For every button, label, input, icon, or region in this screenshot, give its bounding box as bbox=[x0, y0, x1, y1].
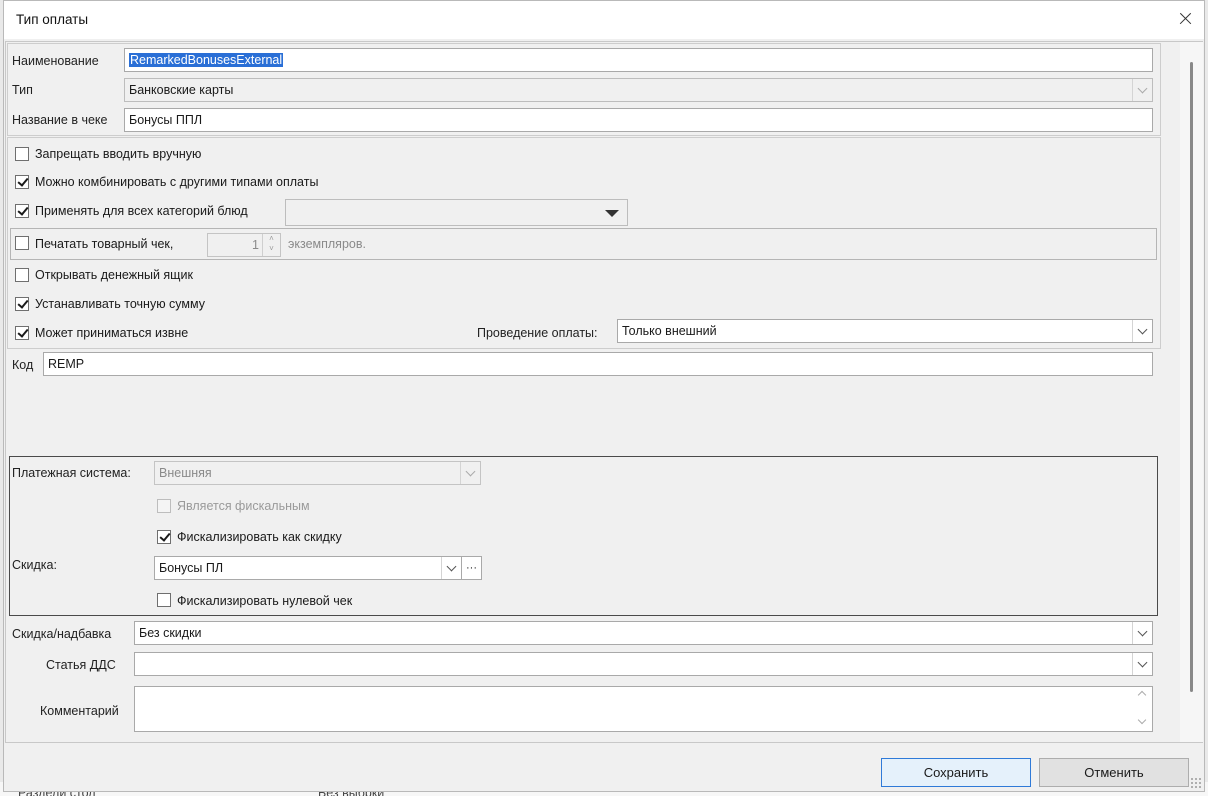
receipt-name-input[interactable]: Бонусы ППЛ bbox=[124, 108, 1153, 132]
forbid-manual-label: Запрещать вводить вручную bbox=[35, 147, 202, 161]
resize-grip-icon[interactable] bbox=[1190, 777, 1202, 789]
title-bar: Тип оплаты bbox=[4, 1, 1204, 39]
type-dropdown-button[interactable] bbox=[1132, 79, 1152, 101]
code-input[interactable]: REMP bbox=[43, 352, 1153, 376]
is-fiscal-checkbox[interactable] bbox=[157, 499, 171, 513]
type-value: Банковские карты bbox=[129, 83, 234, 97]
processing-value: Только внешний bbox=[622, 324, 717, 338]
surcharge-label: Скидка/надбавка bbox=[12, 627, 112, 641]
all-categories-checkbox[interactable] bbox=[15, 204, 29, 218]
fiscalize-zero-checkbox[interactable] bbox=[157, 593, 171, 607]
check-icon bbox=[17, 326, 29, 338]
open-drawer-label: Открывать денежный ящик bbox=[35, 268, 193, 282]
is-fiscal-label: Является фискальным bbox=[177, 499, 310, 513]
processing-dropdown-button[interactable] bbox=[1132, 320, 1152, 342]
combine-checkbox[interactable] bbox=[15, 175, 29, 189]
receipt-name-value: Бонусы ППЛ bbox=[129, 113, 203, 127]
fiscalize-discount-label: Фискализировать как скидку bbox=[177, 530, 342, 544]
save-button[interactable]: Сохранить bbox=[881, 758, 1031, 787]
scroll-down-icon[interactable] bbox=[1137, 715, 1147, 725]
dds-label: Статья ДДС bbox=[46, 658, 116, 672]
processing-select[interactable]: Только внешний bbox=[617, 319, 1153, 343]
dds-select[interactable] bbox=[134, 652, 1153, 676]
discount-dropdown-button[interactable] bbox=[441, 557, 461, 579]
vertical-scrollbar[interactable] bbox=[1180, 42, 1203, 742]
copies-stepper[interactable]: 1 ˄ ˅ bbox=[207, 233, 281, 257]
comment-label: Комментарий bbox=[40, 704, 119, 718]
fiscalize-discount-checkbox[interactable] bbox=[157, 530, 171, 544]
ellipsis-icon: ··· bbox=[466, 562, 477, 574]
discount-value: Бонусы ПЛ bbox=[159, 561, 224, 575]
check-icon bbox=[17, 297, 29, 309]
payment-system-select[interactable]: Внешняя bbox=[154, 461, 481, 485]
all-categories-label: Применять для всех категорий блюд bbox=[35, 204, 248, 218]
processing-label: Проведение оплаты: bbox=[477, 326, 598, 340]
discount-browse-button[interactable]: ··· bbox=[461, 556, 482, 580]
print-receipt-label: Печатать товарный чек, bbox=[35, 237, 174, 251]
categories-select[interactable] bbox=[285, 199, 628, 226]
chevron-down-icon bbox=[1137, 83, 1148, 93]
receipt-name-label: Название в чеке bbox=[12, 113, 108, 127]
code-label: Код bbox=[12, 358, 34, 372]
chevron-down-icon bbox=[1137, 626, 1148, 636]
payment-type-dialog: Тип оплаты Наименование RemarkedBonusesE… bbox=[3, 0, 1205, 792]
external-checkbox[interactable] bbox=[15, 326, 29, 340]
surcharge-select[interactable]: Без скидки bbox=[134, 621, 1153, 645]
scroll-up-icon[interactable] bbox=[1137, 690, 1147, 700]
cancel-button[interactable]: Отменить bbox=[1039, 758, 1189, 787]
exact-sum-label: Устанавливать точную сумму bbox=[35, 297, 205, 311]
content-frame: Наименование RemarkedBonusesExternal Тип… bbox=[5, 41, 1203, 743]
discount-label: Скидка: bbox=[12, 558, 57, 572]
comment-scrollbar[interactable] bbox=[1134, 687, 1152, 731]
fiscalize-zero-label: Фискализировать нулевой чек bbox=[177, 594, 353, 608]
combine-label: Можно комбинировать с другими типами опл… bbox=[35, 175, 319, 189]
check-icon bbox=[17, 175, 29, 187]
type-select[interactable]: Банковские карты bbox=[124, 78, 1153, 102]
chevron-down-icon bbox=[465, 466, 476, 476]
name-value: RemarkedBonusesExternal bbox=[129, 53, 284, 67]
print-receipt-checkbox[interactable] bbox=[15, 236, 29, 250]
surcharge-value: Без скидки bbox=[139, 626, 202, 640]
scrollbar-thumb[interactable] bbox=[1190, 62, 1193, 692]
check-icon bbox=[159, 530, 171, 542]
copies-value: 1 bbox=[252, 238, 259, 252]
open-drawer-checkbox[interactable] bbox=[15, 268, 29, 282]
external-label: Может приниматься извне bbox=[35, 326, 189, 340]
payment-system-value: Внешняя bbox=[159, 466, 212, 480]
close-icon[interactable] bbox=[1172, 5, 1200, 33]
payment-system-label: Платежная система: bbox=[12, 466, 131, 480]
dialog-title: Тип оплаты bbox=[16, 12, 89, 27]
dds-dropdown-button[interactable] bbox=[1132, 653, 1152, 675]
check-icon bbox=[17, 204, 29, 216]
type-label: Тип bbox=[12, 83, 33, 97]
code-value: REMP bbox=[48, 357, 85, 371]
exact-sum-checkbox[interactable] bbox=[15, 297, 29, 311]
comment-textarea[interactable] bbox=[134, 686, 1153, 732]
name-input[interactable]: RemarkedBonusesExternal bbox=[124, 48, 1153, 72]
discount-select[interactable]: Бонусы ПЛ bbox=[154, 556, 462, 580]
chevron-down-icon bbox=[446, 561, 457, 571]
payment-system-dropdown-button[interactable] bbox=[460, 462, 480, 484]
chevron-down-icon bbox=[1137, 324, 1148, 334]
name-label: Наименование bbox=[12, 54, 99, 68]
forbid-manual-checkbox[interactable] bbox=[15, 147, 29, 161]
caret-down-icon bbox=[605, 210, 619, 217]
print-receipt-frame bbox=[10, 228, 1157, 260]
surcharge-dropdown-button[interactable] bbox=[1132, 622, 1152, 644]
copies-suffix: экземпляров. bbox=[288, 237, 366, 251]
chevron-down-icon bbox=[1137, 657, 1148, 667]
stepper-arrows-icon: ˄ ˅ bbox=[262, 234, 280, 256]
